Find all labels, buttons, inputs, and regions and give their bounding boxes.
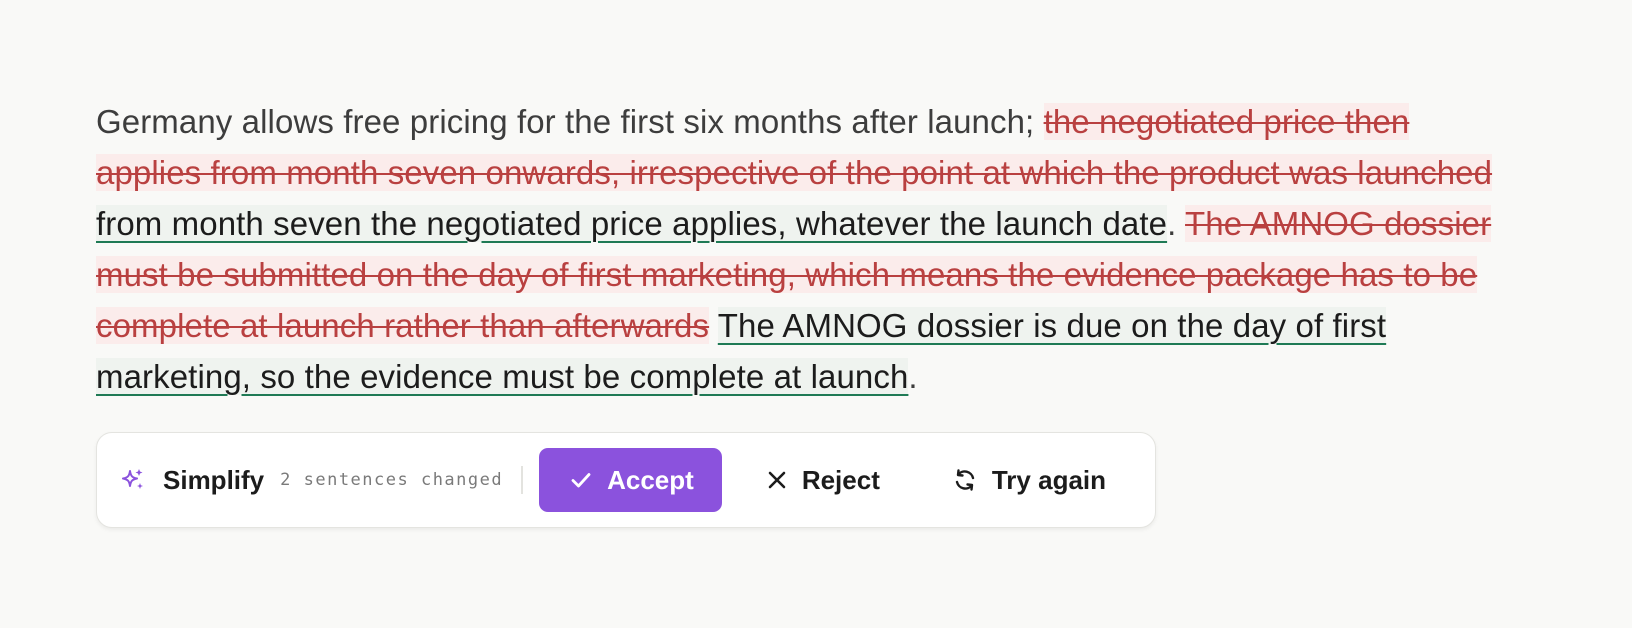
toolbar-title: Simplify [163,464,265,495]
original-text: . [1167,205,1186,242]
refresh-icon [955,469,975,491]
inserted-text: from month seven the negotiated price ap… [96,205,1168,242]
reject-button[interactable]: Reject [742,448,904,512]
try-again-label: Try again [991,464,1107,495]
toolbar-divider [521,466,524,494]
check-icon [571,473,591,488]
change-count: 2 sentences changed [280,470,504,490]
document-paragraph: Germany allows free pricing for the firs… [96,96,1506,402]
sparkle-icon [119,466,147,494]
accept-label: Accept [607,464,694,495]
original-text: Germany allows free pricing for the firs… [96,103,1044,140]
reject-label: Reject [801,464,880,495]
suggestion-toolbar: Simplify 2 sentences changed Accept Reje… [96,432,1156,528]
accept-button[interactable]: Accept [539,448,722,512]
close-icon [768,471,786,489]
original-text: . [908,358,918,395]
try-again-button[interactable]: Try again [928,448,1130,512]
